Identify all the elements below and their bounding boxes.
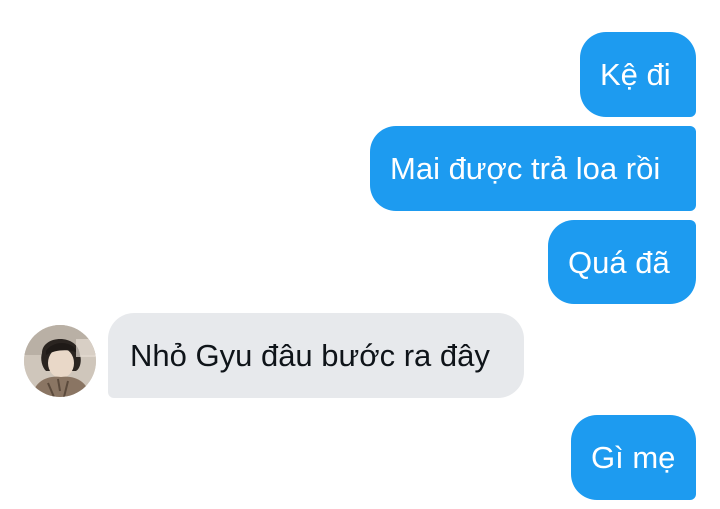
contact-avatar[interactable] [24, 325, 96, 397]
message-bubble-received[interactable]: Nhỏ Gyu đâu bước ra đây [108, 313, 524, 398]
message-bubble-sent[interactable]: Quá đã [548, 220, 696, 304]
message-bubble-sent[interactable]: Mai được trả loa rồi [370, 126, 696, 211]
message-bubble-sent[interactable]: Kệ đi [580, 32, 696, 117]
person-avatar-photo-icon [24, 325, 96, 397]
message-bubble-sent[interactable]: Gì mẹ [571, 415, 696, 500]
message-thread: Kệ đi Mai được trả loa rồi Quá đã Nhỏ Gy… [0, 0, 720, 509]
